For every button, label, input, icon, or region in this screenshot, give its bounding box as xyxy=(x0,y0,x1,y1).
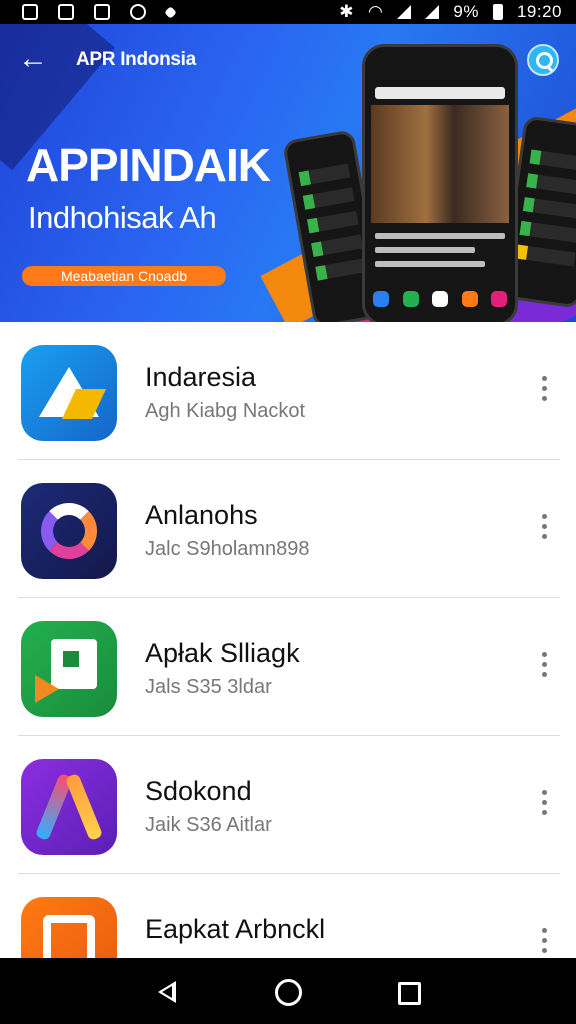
status-right: ✱ ◠ 9% 19:20 xyxy=(339,2,562,22)
app-name: Eapkat Arbnckl xyxy=(145,914,326,944)
phone-row xyxy=(516,244,576,267)
app-list: Indaresia Agh Kiabg Nackot Anlanohs Jalc… xyxy=(0,322,576,1012)
app-name: Sdokond xyxy=(145,776,252,806)
phone-row xyxy=(375,261,485,267)
a-letter-logo-icon xyxy=(21,759,117,855)
phone-illustration-main xyxy=(362,44,518,322)
banner-title: APPINDAIK xyxy=(26,139,271,191)
list-item[interactable]: Indaresia Agh Kiabg Nackot xyxy=(18,322,560,460)
sim-icon xyxy=(94,4,110,20)
phone-photo xyxy=(371,105,509,223)
wifi-icon: ◠ xyxy=(368,2,384,21)
more-options-icon[interactable] xyxy=(534,374,554,404)
app-name: Apłak Slliagk xyxy=(145,638,300,668)
phone-dock xyxy=(373,291,507,309)
screen: ✱ ◠ 9% 19:20 ← APR Indonsia APPINDAIK In… xyxy=(0,0,576,1024)
phone-app-icon xyxy=(461,291,478,307)
gallery-icon xyxy=(22,4,38,20)
back-arrow-icon[interactable]: ← xyxy=(18,44,48,74)
app-name: Indaresia xyxy=(145,362,257,392)
app-subtitle: Jaik S36 Aitlar xyxy=(145,814,272,836)
app-subtitle: Jals S35 3ldar xyxy=(145,676,272,698)
more-options-icon[interactable] xyxy=(534,512,554,542)
list-item[interactable]: Apłak Slliagk Jals S35 3ldar xyxy=(18,598,560,736)
app-name: Anlanohs xyxy=(145,500,258,530)
clock: 19:20 xyxy=(516,2,562,21)
phone-row xyxy=(519,220,576,243)
phone-search-bar xyxy=(375,87,505,99)
more-options-icon[interactable] xyxy=(534,788,554,818)
banner-pill-button[interactable]: Meabaetian Cnoadb xyxy=(22,266,226,286)
app-subtitle: Agh Kiabg Nackot xyxy=(145,400,306,422)
signal-icon-2 xyxy=(425,5,440,19)
status-bar: ✱ ◠ 9% 19:20 xyxy=(0,0,576,24)
banner-subtitle: Indhohisak Ah xyxy=(28,200,217,235)
phone-app-icon xyxy=(432,291,448,307)
document-play-icon xyxy=(21,621,117,717)
phone-row xyxy=(522,197,576,220)
bluetooth-icon: ✱ xyxy=(339,2,355,21)
image-icon xyxy=(58,4,74,20)
hero-banner: ← APR Indonsia APPINDAIK Indhohisak Ah M… xyxy=(0,24,576,322)
notification-dot-icon xyxy=(164,5,177,19)
signal-icon xyxy=(397,5,412,19)
navigation-bar xyxy=(0,958,576,1024)
phone-row xyxy=(375,233,505,239)
phone-app-icon xyxy=(402,291,419,307)
phone-row xyxy=(315,258,367,281)
phone-row xyxy=(302,187,355,210)
search-icon[interactable] xyxy=(527,44,559,76)
list-item[interactable]: Anlanohs Jalc S9holamn898 xyxy=(18,460,560,598)
list-item[interactable]: Sdokond Jaik S36 Aitlar xyxy=(18,736,560,874)
phone-row xyxy=(529,149,576,172)
recents-icon[interactable] xyxy=(390,974,426,1010)
phone-app-icon xyxy=(491,291,507,307)
phone-row xyxy=(375,247,475,253)
more-options-icon[interactable] xyxy=(534,650,554,680)
status-left xyxy=(22,4,177,20)
banner-brand: APR Indonsia xyxy=(76,49,196,70)
app-subtitle: Jalc S9holamn898 xyxy=(145,538,310,560)
battery-icon xyxy=(492,4,503,20)
phone-row xyxy=(298,163,351,187)
data-saver-icon xyxy=(130,4,146,20)
back-icon[interactable] xyxy=(150,974,186,1010)
triangle-logo-icon xyxy=(21,345,117,441)
home-icon[interactable] xyxy=(270,974,306,1010)
ring-logo-icon xyxy=(21,483,117,579)
phone-app-icon xyxy=(373,291,389,307)
phone-row xyxy=(306,210,359,234)
phone-row xyxy=(311,234,363,257)
more-options-icon[interactable] xyxy=(534,926,554,956)
battery-percent: 9% xyxy=(453,2,479,21)
phone-row xyxy=(526,173,576,196)
